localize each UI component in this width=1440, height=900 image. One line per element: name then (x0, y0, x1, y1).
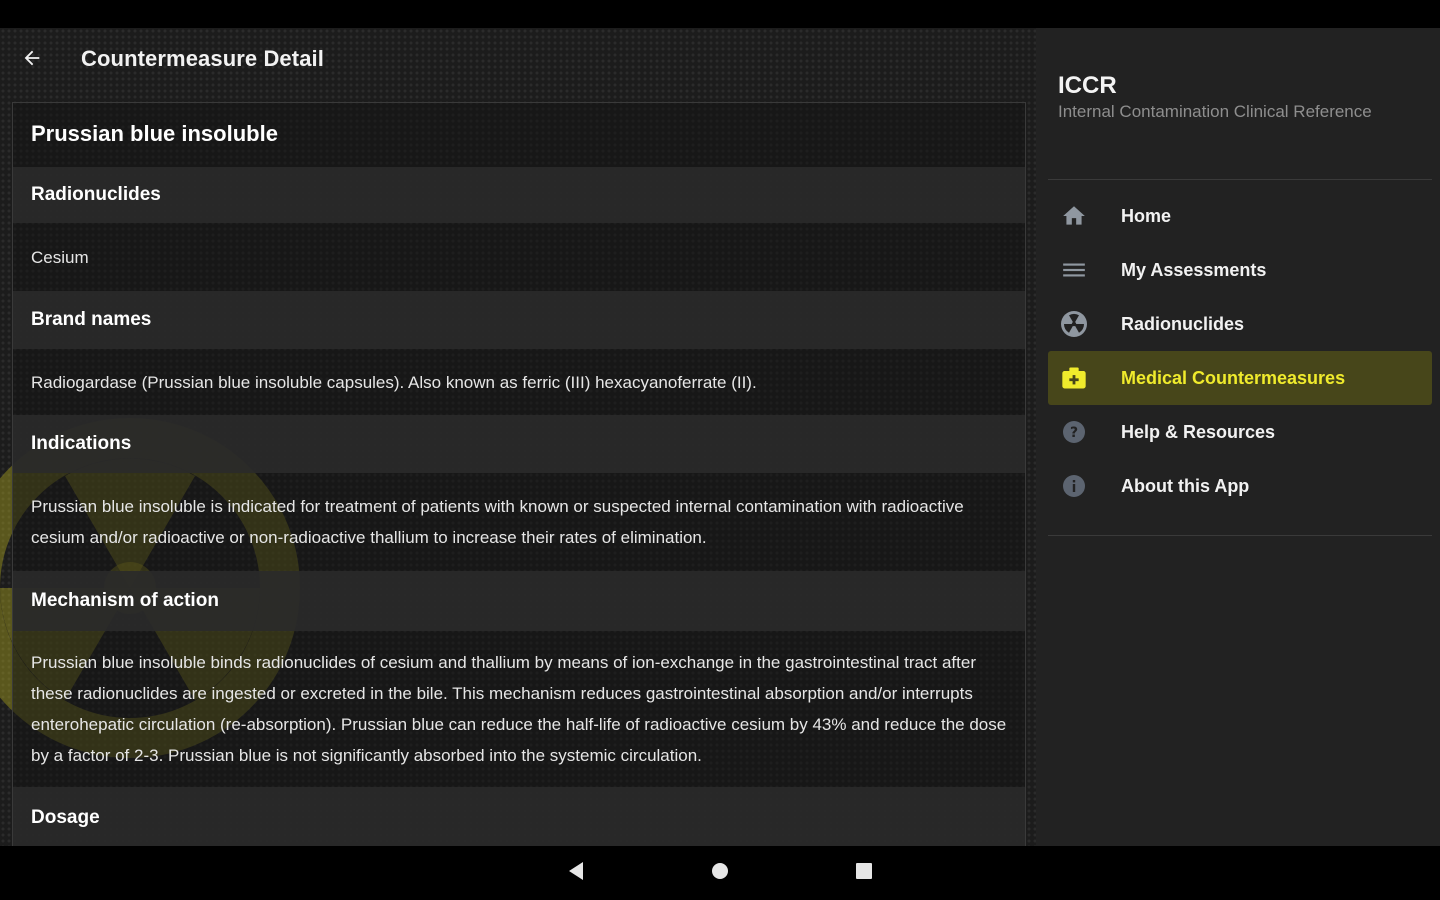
drawer-item-help-resources[interactable]: ? Help & Resources (1048, 405, 1432, 459)
home-icon (1048, 203, 1098, 229)
main-pane: Countermeasure Detail Prussian blue inso… (0, 28, 1036, 846)
list-icon (1048, 257, 1098, 283)
countermeasure-title: Prussian blue insoluble (31, 121, 278, 146)
system-nav-bar (0, 846, 1440, 900)
status-bar (0, 0, 1440, 28)
section-heading-radionuclides: Radionuclides (13, 167, 1025, 223)
drawer-item-label: Medical Countermeasures (1121, 367, 1346, 388)
drawer-item-label: Help & Resources (1121, 421, 1276, 442)
section-body-mechanism: Prussian blue insoluble binds radionucli… (31, 653, 1007, 765)
back-button[interactable] (14, 42, 50, 78)
section-body-radionuclides: Cesium (31, 247, 89, 267)
drawer-item-label: My Assessments (1121, 259, 1267, 280)
medical-kit-icon (1048, 364, 1098, 392)
drawer-item-my-assessments[interactable]: My Assessments (1048, 243, 1432, 297)
section-heading-mechanism: Mechanism of action (13, 571, 1025, 631)
radiation-icon (1048, 310, 1098, 338)
nav-back-button[interactable] (561, 859, 591, 887)
nav-home-icon (711, 862, 729, 885)
countermeasure-detail-card: Prussian blue insoluble Radionuclides Ce… (12, 102, 1026, 846)
drawer-title: ICCR (1058, 72, 1117, 99)
app-bar: Countermeasure Detail (0, 28, 1036, 92)
nav-back-icon (567, 861, 585, 886)
drawer-item-label: About this App (1121, 475, 1250, 496)
drawer-divider (1048, 535, 1432, 536)
drawer-divider (1048, 179, 1432, 180)
nav-recents-icon (855, 862, 873, 885)
drawer-item-about[interactable]: About this App (1048, 459, 1432, 513)
drawer-item-label: Home (1121, 205, 1172, 226)
navigation-drawer: ICCR Internal Contamination Clinical Ref… (1036, 28, 1440, 846)
svg-text:?: ? (1070, 425, 1078, 441)
section-body-indications: Prussian blue insoluble is indicated for… (31, 497, 964, 547)
info-icon (1048, 474, 1098, 498)
drawer-item-label: Radionuclides (1121, 313, 1245, 334)
arrow-back-icon (21, 47, 43, 74)
nav-recents-button[interactable] (849, 859, 879, 887)
nav-home-button[interactable] (705, 859, 735, 887)
drawer-item-home[interactable]: Home (1048, 189, 1432, 243)
drawer-item-radionuclides[interactable]: Radionuclides (1048, 297, 1432, 351)
page-title: Countermeasure Detail (81, 46, 324, 71)
drawer-item-medical-countermeasures[interactable]: Medical Countermeasures (1048, 351, 1432, 405)
section-heading-brand-names: Brand names (13, 291, 1025, 349)
section-heading-indications: Indications (13, 415, 1025, 473)
section-body-brand-names: Radiogardase (Prussian blue insoluble ca… (31, 372, 757, 392)
help-icon: ? (1048, 420, 1098, 444)
section-heading-dosage: Dosage (13, 787, 1025, 846)
drawer-subtitle: Internal Contamination Clinical Referenc… (1058, 102, 1372, 121)
